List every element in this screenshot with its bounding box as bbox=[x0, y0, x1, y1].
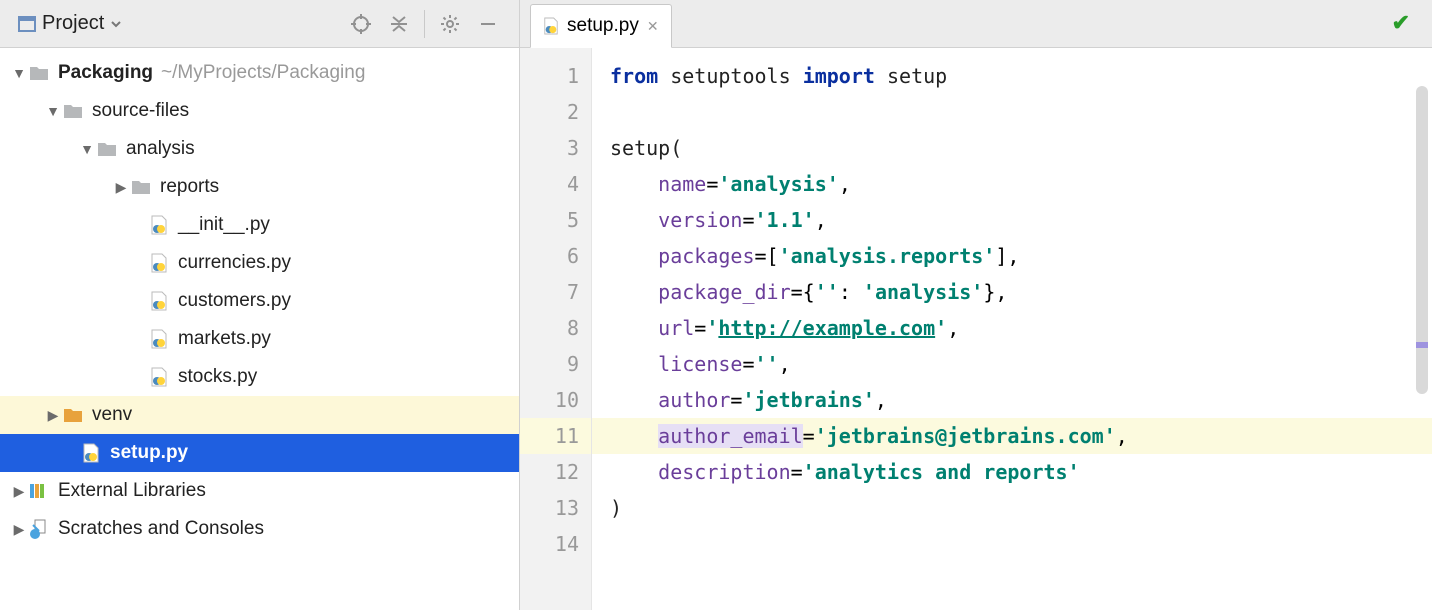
tree-item-label: __init__.py bbox=[178, 214, 270, 236]
line-number: 3 bbox=[520, 130, 579, 166]
code-area[interactable]: from setuptools import setup setup( name… bbox=[592, 48, 1432, 610]
line-number: 12 bbox=[520, 454, 579, 490]
tree-folder-source-files[interactable]: ▼ source-files bbox=[0, 92, 519, 130]
code-line-current: author_email='jetbrains@jetbrains.com', bbox=[592, 418, 1432, 454]
line-number: 8 bbox=[520, 310, 579, 346]
chevron-right-icon: ▶ bbox=[10, 483, 28, 500]
chevron-right-icon: ▶ bbox=[112, 179, 130, 196]
folder-icon bbox=[96, 138, 118, 160]
toolbar-separator bbox=[424, 10, 425, 38]
editor-tabbar: setup.py ✕ bbox=[520, 0, 1432, 48]
tree-item-label: analysis bbox=[126, 138, 195, 160]
chevron-down-icon bbox=[110, 18, 122, 30]
code-line: ) bbox=[610, 490, 1432, 526]
code-line: url='http://example.com', bbox=[610, 310, 1432, 346]
tree-item-label: Scratches and Consoles bbox=[58, 518, 264, 540]
chevron-down-icon: ▼ bbox=[10, 65, 28, 81]
line-number: 14 bbox=[520, 526, 579, 562]
code-line: packages=['analysis.reports'], bbox=[610, 238, 1432, 274]
code-line: name='analysis', bbox=[610, 166, 1432, 202]
tree-item-label: source-files bbox=[92, 100, 189, 122]
editor-tab-label: setup.py bbox=[567, 15, 639, 37]
line-number: 2 bbox=[520, 94, 579, 130]
line-number: 11 bbox=[520, 418, 591, 454]
project-selector[interactable]: Project bbox=[12, 10, 128, 37]
line-number: 1 bbox=[520, 58, 579, 94]
minimize-icon[interactable] bbox=[473, 9, 503, 39]
tree-item-label: currencies.py bbox=[178, 252, 291, 274]
tree-root[interactable]: ▼ Packaging ~/MyProjects/Packaging bbox=[0, 54, 519, 92]
python-file-icon bbox=[148, 252, 170, 274]
python-file-icon bbox=[148, 366, 170, 388]
folder-icon bbox=[28, 62, 50, 84]
code-line: setup( bbox=[610, 130, 1432, 166]
folder-icon bbox=[130, 176, 152, 198]
check-icon: ✔ bbox=[1392, 10, 1410, 36]
code-line bbox=[610, 94, 1432, 130]
tree-item-label: reports bbox=[160, 176, 219, 198]
tree-item-label: External Libraries bbox=[58, 480, 206, 502]
tree-file-markets[interactable]: markets.py bbox=[0, 320, 519, 358]
app-root: Project ▼ Packa bbox=[0, 0, 1432, 610]
code-line: package_dir={'': 'analysis'}, bbox=[610, 274, 1432, 310]
tree-external-libraries[interactable]: ▶ External Libraries bbox=[0, 472, 519, 510]
tree-item-label: markets.py bbox=[178, 328, 271, 350]
libraries-icon bbox=[28, 480, 50, 502]
line-number: 10 bbox=[520, 382, 579, 418]
code-line: version='1.1', bbox=[610, 202, 1432, 238]
line-number: 6 bbox=[520, 238, 579, 274]
python-file-icon bbox=[148, 214, 170, 236]
chevron-down-icon: ▼ bbox=[44, 103, 62, 119]
window-icon bbox=[18, 15, 36, 33]
chevron-right-icon: ▶ bbox=[10, 521, 28, 538]
python-file-icon bbox=[543, 17, 559, 35]
tree-item-label: venv bbox=[92, 404, 132, 426]
code-line: author='jetbrains', bbox=[610, 382, 1432, 418]
line-number: 7 bbox=[520, 274, 579, 310]
collapse-icon[interactable] bbox=[384, 9, 414, 39]
python-file-icon bbox=[148, 328, 170, 350]
scratches-icon bbox=[28, 518, 50, 540]
line-number: 9 bbox=[520, 346, 579, 382]
editor-tab-setup[interactable]: setup.py ✕ bbox=[530, 4, 672, 48]
code-line: description='analytics and reports' bbox=[610, 454, 1432, 490]
code-line: license='', bbox=[610, 346, 1432, 382]
code-line: from setuptools import setup bbox=[610, 58, 1432, 94]
chevron-right-icon: ▶ bbox=[44, 407, 62, 424]
project-selector-label: Project bbox=[42, 12, 104, 35]
tree-item-label: customers.py bbox=[178, 290, 291, 312]
line-number: 4 bbox=[520, 166, 579, 202]
chevron-down-icon: ▼ bbox=[78, 141, 96, 157]
project-tree: ▼ Packaging ~/MyProjects/Packaging ▼ sou… bbox=[0, 48, 519, 610]
folder-icon bbox=[62, 100, 84, 122]
sidebar-toolbar: Project bbox=[0, 0, 519, 48]
error-stripe-marker[interactable] bbox=[1416, 342, 1428, 348]
tree-folder-reports[interactable]: ▶ reports bbox=[0, 168, 519, 206]
tree-folder-analysis[interactable]: ▼ analysis bbox=[0, 130, 519, 168]
gutter: 1 2 3 4 5 6 7 8 9 10 11 12 13 14 bbox=[520, 48, 592, 610]
project-sidebar: Project ▼ Packa bbox=[0, 0, 520, 610]
editor-pane: setup.py ✕ 1 2 3 4 5 6 7 8 9 10 11 12 13… bbox=[520, 0, 1432, 610]
tree-root-label: Packaging bbox=[58, 62, 153, 84]
tree-item-label: setup.py bbox=[110, 442, 188, 464]
tree-scratches[interactable]: ▶ Scratches and Consoles bbox=[0, 510, 519, 548]
tree-file-init[interactable]: __init__.py bbox=[0, 206, 519, 244]
python-file-icon bbox=[80, 442, 102, 464]
tree-folder-venv[interactable]: ▶ venv bbox=[0, 396, 519, 434]
target-icon[interactable] bbox=[346, 9, 376, 39]
gear-icon[interactable] bbox=[435, 9, 465, 39]
editor-body: 1 2 3 4 5 6 7 8 9 10 11 12 13 14 from se… bbox=[520, 48, 1432, 610]
tree-file-customers[interactable]: customers.py bbox=[0, 282, 519, 320]
line-number: 5 bbox=[520, 202, 579, 238]
python-file-icon bbox=[148, 290, 170, 312]
tree-file-currencies[interactable]: currencies.py bbox=[0, 244, 519, 282]
code-line bbox=[610, 526, 1432, 562]
folder-icon bbox=[62, 404, 84, 426]
tree-item-label: stocks.py bbox=[178, 366, 257, 388]
line-number: 13 bbox=[520, 490, 579, 526]
tree-file-setup[interactable]: setup.py bbox=[0, 434, 519, 472]
close-tab-icon[interactable]: ✕ bbox=[647, 18, 659, 35]
tree-file-stocks[interactable]: stocks.py bbox=[0, 358, 519, 396]
tree-root-location: ~/MyProjects/Packaging bbox=[161, 62, 365, 84]
